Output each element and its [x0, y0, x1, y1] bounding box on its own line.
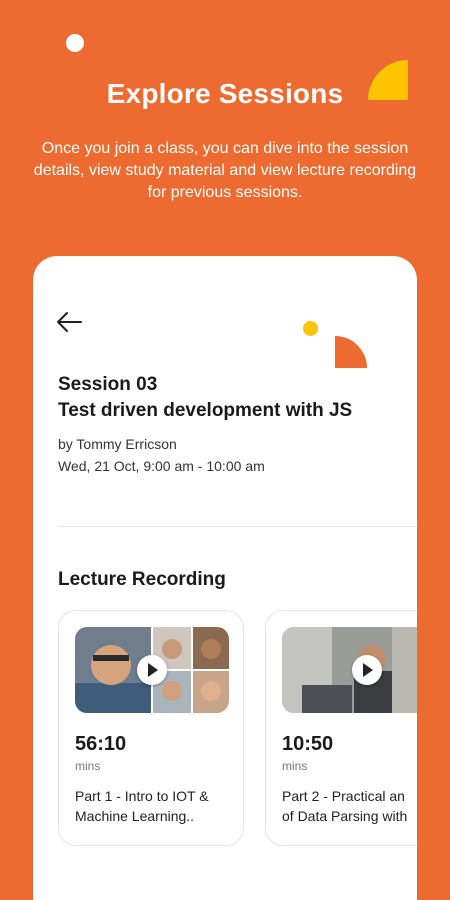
session-title: Test driven development with JS	[58, 400, 353, 421]
recording-title: Part 1 - Intro to IOT & Machine Learning…	[75, 786, 237, 826]
recording-duration: 10:50	[282, 733, 334, 755]
recording-title-line: of Data Parsing with	[282, 808, 408, 824]
session-number: Session 03	[58, 374, 158, 395]
divider	[58, 526, 417, 527]
recording-card[interactable]: 10:50 mins Part 2 - Practical an of Data…	[265, 610, 417, 846]
decorative-quarter-orange	[335, 336, 367, 368]
recording-title-line: Machine Learning..	[75, 808, 195, 824]
recording-card[interactable]: 56:10 mins Part 1 - Intro to IOT & Machi…	[58, 610, 244, 846]
session-instructor: by Tommy Erricson	[58, 436, 177, 452]
recording-title-line: Part 2 - Practical an	[282, 788, 405, 804]
arrow-left-icon	[57, 312, 82, 332]
decorative-dot	[66, 34, 84, 52]
recording-duration-unit: mins	[282, 759, 308, 773]
decorative-dot-yellow	[303, 321, 318, 336]
session-datetime: Wed, 21 Oct, 9:00 am - 10:00 am	[58, 458, 265, 474]
recording-thumbnail[interactable]	[75, 627, 229, 713]
hero-title: Explore Sessions	[106, 78, 344, 109]
recording-duration: 56:10	[75, 733, 127, 755]
hero-description: Once you join a class, you can dive into…	[33, 140, 417, 201]
play-icon[interactable]	[352, 655, 382, 685]
back-button[interactable]	[55, 310, 83, 334]
recording-title: Part 2 - Practical an of Data Parsing wi…	[282, 786, 417, 826]
recording-title-line: Part 1 - Intro to IOT &	[75, 788, 209, 804]
section-title-lecture-recording: Lecture Recording	[58, 569, 226, 590]
recording-duration-unit: mins	[75, 759, 101, 773]
play-icon[interactable]	[137, 655, 167, 685]
video-thumbnail	[282, 627, 417, 713]
recording-thumbnail[interactable]	[282, 627, 417, 713]
session-card: Session 03 Test driven development with …	[33, 256, 417, 900]
